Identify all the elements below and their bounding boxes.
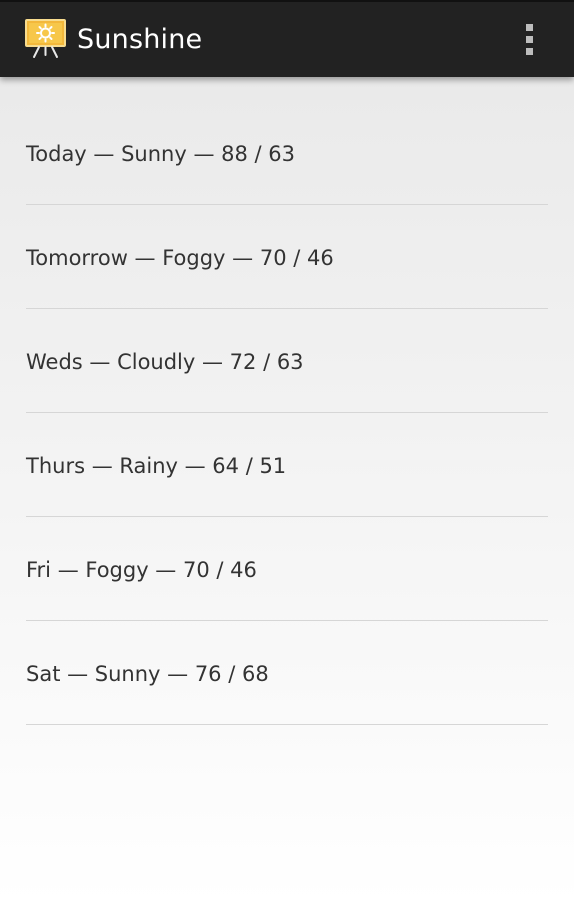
forecast-list-item[interactable]: Sat — Sunny — 76 / 68 — [26, 621, 548, 725]
forecast-text: Sat — Sunny — 76 / 68 — [26, 662, 269, 686]
action-bar: Sunshine — [0, 0, 574, 77]
overflow-dot — [526, 24, 533, 31]
forecast-list-item[interactable]: Today — Sunny — 88 / 63 — [26, 77, 548, 205]
forecast-text: Thurs — Rainy — 64 / 51 — [26, 454, 287, 478]
forecast-list-item[interactable]: Thurs — Rainy — 64 / 51 — [26, 413, 548, 517]
overflow-menu-icon[interactable] — [510, 14, 550, 66]
sunshine-app-icon[interactable] — [25, 19, 66, 59]
overflow-dot — [526, 48, 533, 55]
app-title: Sunshine — [77, 24, 203, 55]
forecast-list-item[interactable]: Weds — Cloudly — 72 / 63 — [26, 309, 548, 413]
forecast-text: Today — Sunny — 88 / 63 — [26, 142, 295, 166]
forecast-list-item[interactable]: Tomorrow — Foggy — 70 / 46 — [26, 205, 548, 309]
forecast-text: Fri — Foggy — 70 / 46 — [26, 558, 257, 582]
forecast-list: Today — Sunny — 88 / 63 Tomorrow — Foggy… — [0, 77, 574, 725]
forecast-text: Tomorrow — Foggy — 70 / 46 — [26, 246, 334, 270]
forecast-list-item[interactable]: Fri — Foggy — 70 / 46 — [26, 517, 548, 621]
forecast-text: Weds — Cloudly — 72 / 63 — [26, 350, 304, 374]
overflow-dot — [526, 36, 533, 43]
